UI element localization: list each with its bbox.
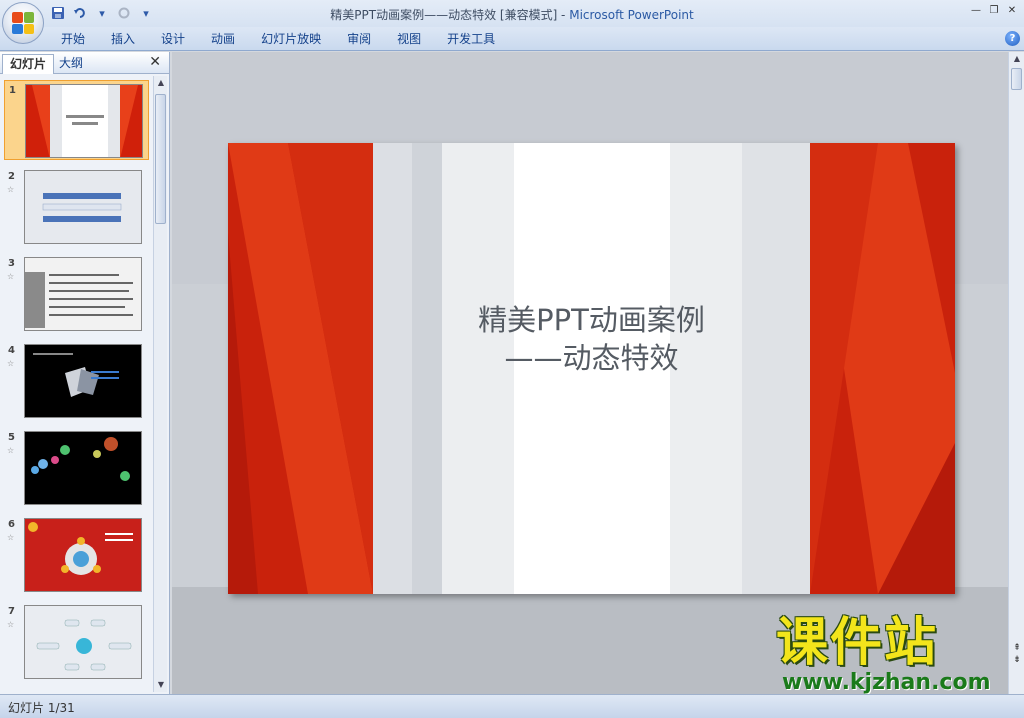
slide-number: 1: [9, 85, 16, 96]
scrollbar-thumb[interactable]: [1011, 68, 1022, 90]
ribbon-tab-bar: 开始 插入 设计 动画 幻灯片放映 审阅 视图 开发工具 ?: [0, 27, 1024, 51]
tab-outline[interactable]: 大纲: [52, 54, 90, 74]
slide-thumbnail-3[interactable]: 3 ☆: [4, 254, 149, 334]
ribbon-tab[interactable]: 设计: [148, 30, 198, 48]
ribbon-tab[interactable]: 视图: [384, 30, 434, 48]
title-bar: ▾ ▾ 精美PPT动画案例——动态特效 [兼容模式] - Microsoft P…: [0, 0, 1024, 27]
slide-thumbnail-image: [24, 518, 142, 592]
watermark-logo-text: 课件站: [776, 613, 939, 673]
pane-tabs: 幻灯片 大纲 ✕: [0, 52, 169, 74]
next-slide-icon[interactable]: ⇟: [1009, 654, 1024, 666]
animation-star-icon: ☆: [7, 446, 15, 455]
slide-canvas[interactable]: 精美PPT动画案例 ——动态特效: [228, 143, 955, 594]
slide-title-line1: 精美PPT动画案例: [478, 303, 705, 337]
slide-number: 3: [8, 258, 15, 269]
document-title: 精美PPT动画案例——动态特效 [兼容模式] -: [330, 8, 570, 22]
help-icon[interactable]: ?: [1005, 31, 1020, 46]
slide-thumbnail-image: [24, 257, 142, 331]
watermark: 课件站 www.kjzhan.com: [776, 613, 1006, 695]
previous-slide-icon[interactable]: ⇞: [1009, 642, 1024, 654]
animation-star-icon: ☆: [7, 272, 15, 281]
slide-thumbnail-image: [25, 84, 143, 158]
ribbon-tab[interactable]: 动画: [198, 30, 248, 48]
animation-star-icon: ☆: [7, 359, 15, 368]
scrollbar-thumb[interactable]: [155, 94, 166, 224]
slide-thumbnail-6[interactable]: 6 ☆: [4, 515, 149, 595]
slide-thumbnail-image: [24, 431, 142, 505]
window-title: 精美PPT动画案例——动态特效 [兼容模式] - Microsoft Power…: [0, 6, 1024, 23]
office-button[interactable]: [2, 2, 44, 44]
slide-number: 4: [8, 345, 15, 356]
slide-thumbnail-1[interactable]: 1: [4, 80, 149, 160]
slide-thumbnail-list: 1 2 ☆ 3 ☆ 4 ☆ 5 ☆ 6 ☆ 7 ☆: [0, 76, 154, 692]
slide-thumbnail-image: [24, 344, 142, 418]
status-bar: 幻灯片 1/31: [0, 694, 1024, 718]
slide-number: 7: [8, 606, 15, 617]
slide-thumbnail-4[interactable]: 4 ☆: [4, 341, 149, 421]
tab-slides[interactable]: 幻灯片: [2, 54, 55, 74]
ribbon-tabs: 开始 插入 设计 动画 幻灯片放映 审阅 视图 开发工具: [48, 30, 508, 48]
watermark-url: www.kjzhan.com: [782, 670, 991, 695]
ribbon-tab[interactable]: 插入: [98, 30, 148, 48]
scroll-up-icon[interactable]: ▲: [154, 76, 168, 90]
thumbnail-scrollbar[interactable]: ▲ ▼: [153, 76, 167, 692]
animation-star-icon: ☆: [7, 620, 15, 629]
ribbon-tab[interactable]: 幻灯片放映: [248, 30, 334, 48]
slide-nav-arrows: ⇞ ⇟: [1009, 642, 1024, 666]
window-controls: — ❐ ✕: [968, 2, 1020, 18]
ribbon-tab[interactable]: 开始: [48, 30, 98, 48]
ribbon-tab[interactable]: 开发工具: [434, 30, 508, 48]
slide-thumbnail-5[interactable]: 5 ☆: [4, 428, 149, 508]
slide-counter: 幻灯片 1/31: [8, 701, 75, 715]
animation-star-icon: ☆: [7, 533, 15, 542]
slide-title-line2: ——动态特效: [504, 341, 679, 375]
slide-thumbnail-image: [24, 605, 142, 679]
app-name: Microsoft PowerPoint: [569, 8, 694, 22]
scroll-up-icon[interactable]: ▲: [1010, 52, 1024, 66]
ribbon-tab[interactable]: 审阅: [334, 30, 384, 48]
minimize-icon[interactable]: —: [968, 2, 984, 18]
editor-scrollbar[interactable]: ▲ ⇞ ⇟: [1008, 52, 1024, 694]
close-icon[interactable]: ✕: [1004, 2, 1020, 18]
animation-star-icon: ☆: [7, 185, 15, 194]
slide-number: 6: [8, 519, 15, 530]
close-pane-icon[interactable]: ✕: [149, 54, 161, 70]
slide-title[interactable]: 精美PPT动画案例 ——动态特效: [228, 301, 955, 377]
office-logo-icon: [12, 12, 34, 34]
slide-thumbnail-2[interactable]: 2 ☆: [4, 167, 149, 247]
slide-number: 5: [8, 432, 15, 443]
scroll-down-icon[interactable]: ▼: [154, 678, 168, 692]
restore-icon[interactable]: ❐: [986, 2, 1002, 18]
slides-pane: 幻灯片 大纲 ✕ 1 2 ☆ 3 ☆ 4 ☆ 5 ☆ 6 ☆ 7 ☆ ▲ ▼: [0, 52, 170, 694]
slide-thumbnail-7[interactable]: 7 ☆: [4, 602, 149, 682]
slide-thumbnail-image: [24, 170, 142, 244]
slide-number: 2: [8, 171, 15, 182]
